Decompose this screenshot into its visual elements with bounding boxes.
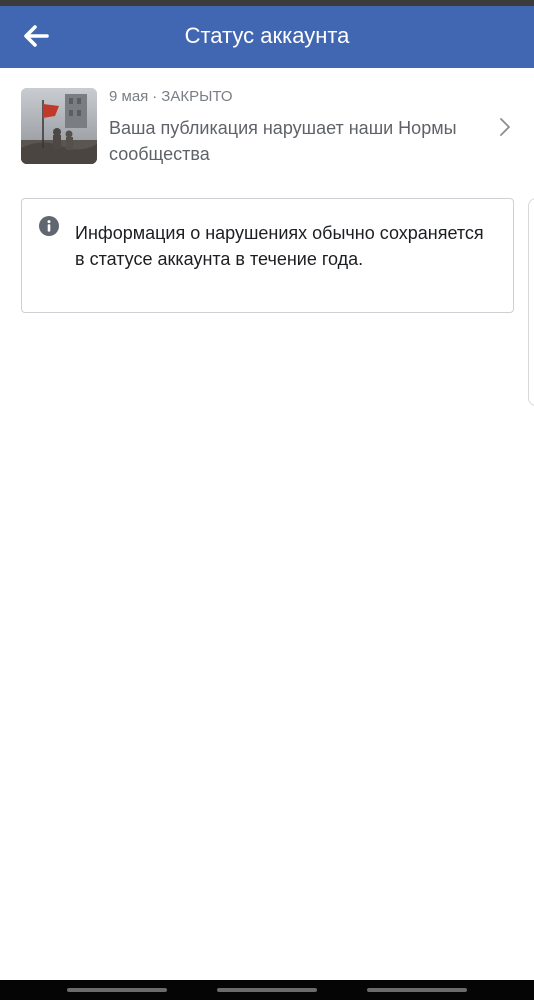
info-icon (38, 215, 60, 237)
post-violation-text: Ваша публикация нарушает наши Нормы сооб… (109, 118, 457, 164)
post-date: 9 мая (109, 88, 149, 105)
page-title: Статус аккаунта (184, 23, 350, 48)
status-badge: ЗАКРЫТО (161, 88, 233, 105)
info-message: Информация о нарушениях обычно сохраняет… (75, 223, 484, 269)
nav-handle-right[interactable] (367, 988, 467, 992)
meta-separator: · (152, 88, 158, 105)
violation-post-item[interactable]: 9 мая · ЗАКРЫТО Ваша публикация нарушает н… (0, 88, 534, 168)
system-navigation-bar (0, 980, 534, 1000)
nav-handle-center[interactable] (217, 988, 317, 992)
side-card-edge (528, 198, 534, 406)
post-meta: 9 мая · ЗАКРЫТО (109, 88, 233, 106)
info-card: Информация о нарушениях обычно сохраняет… (21, 198, 514, 313)
post-image (21, 88, 97, 164)
app-header: Статус аккаунта (0, 6, 534, 68)
chevron-right-icon (495, 117, 515, 137)
post-thumbnail (21, 88, 97, 164)
nav-handle-left[interactable] (67, 988, 167, 992)
